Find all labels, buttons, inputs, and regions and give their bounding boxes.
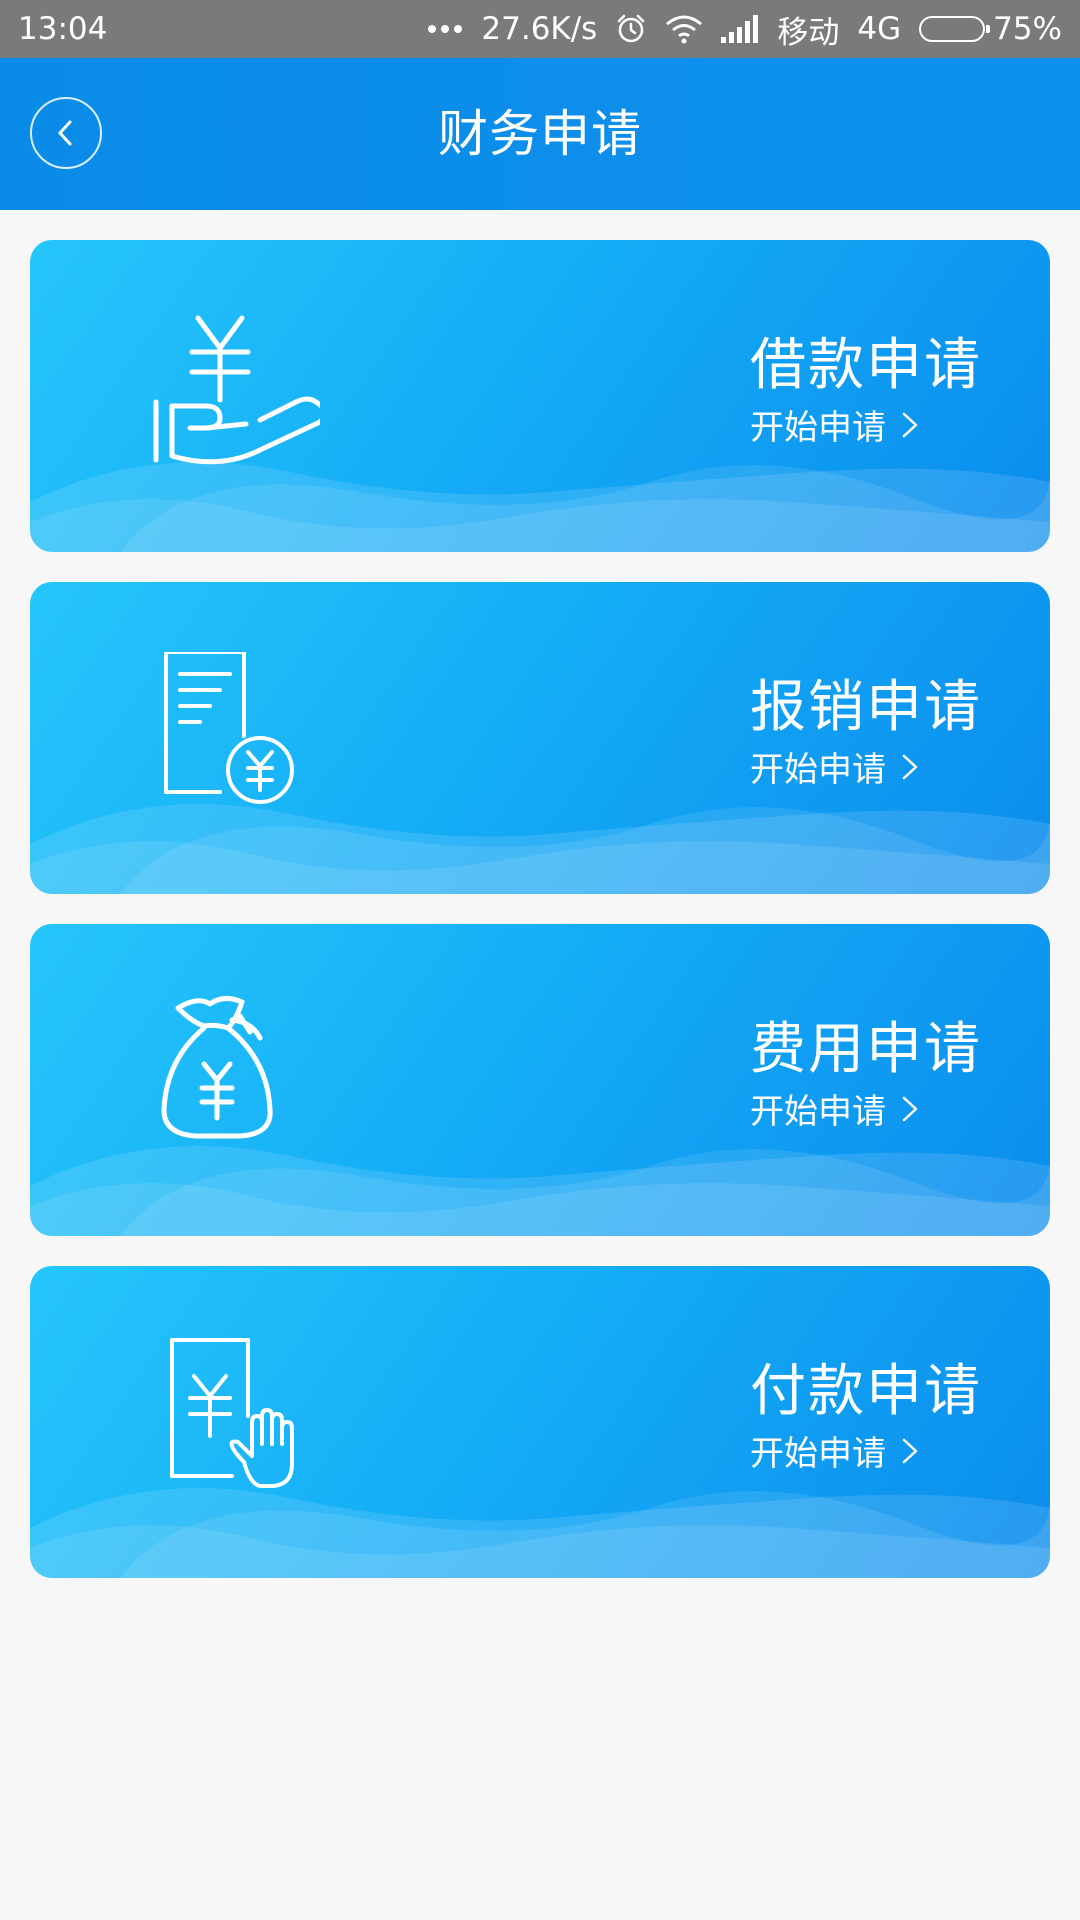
signal-icon — [721, 15, 759, 43]
start-application-link[interactable]: 开始申请 — [750, 1426, 920, 1475]
chevron-right-icon — [902, 754, 918, 779]
card-reimbursement-application[interactable]: 报销申请 开始申请 — [30, 582, 1050, 894]
card-payment-application[interactable]: 付款申请 开始申请 — [30, 1266, 1050, 1578]
more-dots-icon — [427, 24, 463, 34]
card-action-label: 开始申请 — [750, 408, 886, 448]
hand-yuan-icon — [153, 315, 320, 465]
card-action-label: 开始申请 — [750, 1434, 886, 1474]
battery-icon — [919, 16, 991, 42]
card-title: 借款申请 — [750, 333, 982, 398]
network-speed: 27.6K/s — [481, 11, 598, 47]
app-header: 财务申请 — [0, 58, 1080, 210]
status-bar: 13:04 27.6K/s 移动 4G 75% — [0, 0, 1080, 58]
money-bag-icon — [161, 996, 273, 1139]
card-title: 付款申请 — [750, 1359, 982, 1424]
status-time: 13:04 — [18, 11, 108, 47]
wifi-icon — [665, 14, 703, 44]
start-application-link[interactable]: 开始申请 — [750, 400, 920, 449]
card-loan-application[interactable]: 借款申请 开始申请 — [30, 240, 1050, 552]
page-title: 财务申请 — [438, 105, 642, 163]
card-expense-application[interactable]: 费用申请 开始申请 — [30, 924, 1050, 1236]
battery-percent: 75% — [993, 11, 1062, 47]
card-action-label: 开始申请 — [750, 750, 886, 790]
back-button[interactable] — [30, 97, 102, 169]
battery-indicator: 75% — [919, 11, 1062, 47]
network-type: 4G — [857, 11, 902, 47]
payment-hand-icon — [170, 1338, 294, 1488]
chevron-left-icon — [58, 120, 72, 146]
chevron-right-icon — [902, 412, 918, 437]
document-yuan-icon — [164, 652, 294, 804]
alarm-icon — [615, 13, 647, 45]
start-application-link[interactable]: 开始申请 — [750, 742, 920, 791]
card-action-label: 开始申请 — [750, 1092, 886, 1132]
chevron-right-icon — [902, 1438, 918, 1463]
status-right: 27.6K/s 移动 4G 75% — [427, 7, 1062, 52]
chevron-right-icon — [902, 1096, 918, 1121]
card-title: 费用申请 — [750, 1017, 982, 1082]
carrier-label: 移动 — [777, 14, 840, 51]
start-application-link[interactable]: 开始申请 — [750, 1084, 920, 1133]
card-title: 报销申请 — [750, 675, 982, 740]
